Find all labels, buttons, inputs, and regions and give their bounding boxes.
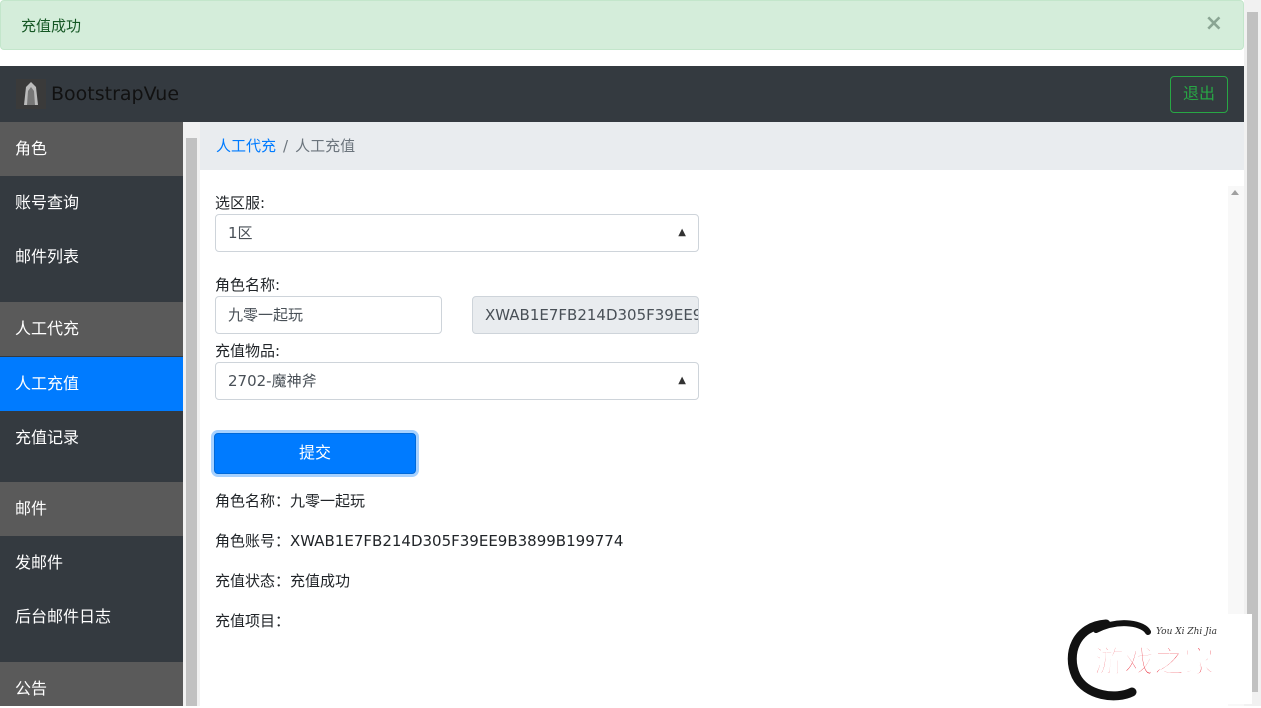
sidebar-item-manual-recharge[interactable]: 人工充值 xyxy=(0,357,183,411)
item-select[interactable]: 2702-魔神斧 ▲ xyxy=(215,362,699,400)
watermark-title: 游戏之家 xyxy=(1094,645,1214,680)
sidebar-item-account-query[interactable]: 账号查询 xyxy=(0,176,183,230)
sidebar-item-recharge-records[interactable]: 充值记录 xyxy=(0,411,183,465)
breadcrumb: 人工代充 / 人工充值 xyxy=(200,122,1244,170)
result-role-account: 角色账号：XWAB1E7FB214D305F39EE9B3899B199774 xyxy=(215,532,624,550)
breadcrumb-parent-link[interactable]: 人工代充 xyxy=(216,137,276,155)
role-name-label: 角色名称: xyxy=(215,276,281,294)
logout-button[interactable]: 退出 xyxy=(1169,76,1228,113)
sidebar-scrollbar[interactable] xyxy=(183,122,200,706)
page-scrollbar-thumb[interactable] xyxy=(1247,12,1258,692)
sidebar-item-send-mail[interactable]: 发邮件 xyxy=(0,536,183,590)
ink-circle-icon: You Xi Zhi Jia 游戏之家 xyxy=(1067,619,1217,701)
sidebar-item-mail-log[interactable]: 后台邮件日志 xyxy=(0,590,183,644)
result-role-name: 角色名称：九零一起玩 xyxy=(215,492,366,510)
brand-name: BootstrapVue xyxy=(51,83,180,105)
scroll-up-icon[interactable] xyxy=(1231,190,1239,195)
alert-message: 充值成功 xyxy=(21,17,82,35)
sidebar-header-manual-topup[interactable]: 人工代充 xyxy=(0,302,183,356)
success-alert: 充值成功 × xyxy=(0,0,1244,50)
result-items: 充值项目： xyxy=(215,612,291,630)
select-caret-icon: ▲ xyxy=(678,227,686,238)
role-account-field: XWAB1E7FB214D305F39EE9B3899B199774 xyxy=(472,296,699,334)
watermark-subtitle: You Xi Zhi Jia xyxy=(1156,627,1217,637)
breadcrumb-separator: / xyxy=(283,137,289,155)
server-label: 选区服: xyxy=(215,194,266,212)
breadcrumb-current: 人工充值 xyxy=(295,137,356,155)
navbar: BootstrapVue 退出 xyxy=(0,66,1244,122)
brand-logo-icon xyxy=(16,79,46,109)
sidebar-item-mail-list[interactable]: 邮件列表 xyxy=(0,230,183,284)
sidebar: 角色 账号查询 邮件列表 人工代充 人工充值 充值记录 邮件 发邮件 后台邮件日… xyxy=(0,122,183,706)
sidebar-scrollbar-thumb[interactable] xyxy=(186,138,197,706)
page-scrollbar[interactable] xyxy=(1244,0,1261,706)
watermark-logo: You Xi Zhi Jia 游戏之家 xyxy=(1066,614,1252,704)
item-select-value: 2702-魔神斧 xyxy=(228,372,317,390)
role-name-input[interactable]: 九零一起玩 xyxy=(215,296,442,334)
select-caret-icon: ▲ xyxy=(678,375,686,386)
server-select-value: 1区 xyxy=(228,224,253,242)
close-icon[interactable]: × xyxy=(1205,11,1223,36)
brand[interactable]: BootstrapVue xyxy=(16,79,179,109)
sidebar-header-mail[interactable]: 邮件 xyxy=(0,482,183,536)
submit-button[interactable]: 提交 xyxy=(214,433,416,474)
server-select[interactable]: 1区 ▲ xyxy=(215,214,699,252)
result-status: 充值状态：充值成功 xyxy=(215,572,351,590)
sidebar-header-role[interactable]: 角色 xyxy=(0,122,183,176)
item-label: 充值物品: xyxy=(215,342,281,360)
sidebar-header-announcement[interactable]: 公告 xyxy=(0,662,183,706)
